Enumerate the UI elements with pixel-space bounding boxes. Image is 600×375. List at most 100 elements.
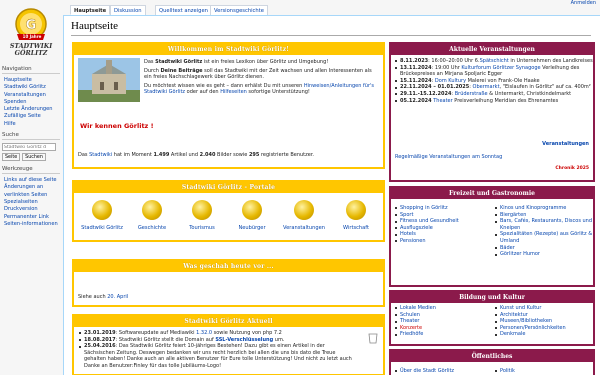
freizeit-item[interactable]: Bäder bbox=[493, 245, 593, 252]
news-box: Stadtwiki Görlitz Aktuell 23.01.2019: So… bbox=[72, 314, 385, 375]
today-title: Was geschah heute vor ... bbox=[74, 261, 383, 272]
freizeit-item[interactable]: Kinos und Kinoprogramme bbox=[493, 205, 593, 212]
chronik-link[interactable]: Chronik 2025 bbox=[555, 166, 589, 171]
bildung-left-list: Lokale Medien Schulen Theater Konzerte F… bbox=[393, 305, 485, 338]
logo-text: STADTWIKI GÖRLITZ bbox=[9, 43, 53, 57]
bildung-title: Bildung und Kultur bbox=[391, 292, 593, 303]
oeffentliches-box: Öffentliches Über die Stadt Görlitz Poli… bbox=[389, 349, 595, 375]
freizeit-item[interactable]: Ausflugsziele bbox=[393, 225, 485, 232]
freizeit-item[interactable]: Fitness und Gesundheit bbox=[393, 218, 485, 225]
freizeit-right-list: Kinos und Kinoprogramme Biergärten Bars,… bbox=[493, 205, 593, 258]
today-box: Was geschah heute vor ... Siehe auch 20.… bbox=[72, 259, 385, 307]
stats-text: Das Stadtwiki hat im Moment 1.499 Artike… bbox=[78, 152, 315, 158]
events-box: Aktuelle Veranstaltungen 8.11.2023: 16:0… bbox=[389, 42, 595, 182]
login-link[interactable]: Anmelden bbox=[571, 0, 596, 6]
nav-item[interactable]: Stadtwiki Görlitz bbox=[2, 84, 60, 91]
bildung-box: Bildung und Kultur Lokale Medien Schulen… bbox=[389, 290, 595, 346]
portal-geschichte[interactable]: Geschichte bbox=[130, 200, 174, 231]
kennen-heading: Wir kennen Görlitz ! bbox=[80, 122, 154, 130]
go-button[interactable]: Seite bbox=[2, 153, 21, 162]
tab-hauptseite[interactable]: Hauptseite bbox=[70, 5, 111, 15]
nav-item[interactable]: Veranstaltungen bbox=[2, 92, 60, 99]
news-item: 18.08.2017: Stadtwiki Görlitz stellt die… bbox=[77, 337, 357, 344]
oeffentliches-item[interactable]: Über die Stadt Görlitz bbox=[393, 368, 485, 375]
event-item: 29.11.-15.12.2024: Brüderstraße & Unterm… bbox=[393, 91, 593, 98]
freizeit-left-list: Shopping in Görlitz Sport Fitness und Ge… bbox=[393, 205, 485, 245]
nav-item[interactable]: Zufällige Seite bbox=[2, 113, 60, 120]
bildung-item[interactable]: Kunst und Kultur bbox=[493, 305, 593, 312]
welcome-text: Das Stadtwiki Görlitz ist ein freies Lex… bbox=[144, 59, 374, 96]
oeffentliches-left-list: Über die Stadt Görlitz bbox=[393, 368, 485, 375]
portal-coin-icon bbox=[294, 200, 314, 220]
oeffentliches-title: Öffentliches bbox=[391, 351, 593, 362]
freizeit-box: Freizeit und Gastronomie Shopping in Gör… bbox=[389, 186, 595, 287]
freizeit-item[interactable]: Bars, Cafés, Restaurants, Discos und Kne… bbox=[493, 218, 593, 231]
oeffentliches-item[interactable]: Politik bbox=[493, 368, 593, 375]
bildung-item[interactable]: Denkmale bbox=[493, 331, 593, 338]
tools-item[interactable]: Spezialseiten bbox=[2, 199, 60, 206]
portal-coin-icon bbox=[346, 200, 366, 220]
tools-heading: Werkzeuge bbox=[2, 166, 33, 173]
nav-item[interactable]: Hilfe bbox=[2, 121, 60, 128]
portal-veranstaltungen[interactable]: Veranstaltungen bbox=[282, 200, 326, 231]
bildung-item[interactable]: Friedhöfe bbox=[393, 331, 485, 338]
nav-heading: Navigation bbox=[2, 66, 32, 72]
tab-versionsgeschichte[interactable]: Versionsgeschichte bbox=[210, 5, 268, 15]
bildung-item[interactable]: Museen/Bibliotheken bbox=[493, 318, 593, 325]
events-more-link[interactable]: Veranstaltungen bbox=[542, 141, 589, 147]
tab-diskussion[interactable]: Diskussion bbox=[110, 5, 146, 15]
bildung-item[interactable]: Schulen bbox=[393, 312, 485, 319]
bildung-item[interactable]: Theater bbox=[393, 318, 485, 325]
portal-coin-icon bbox=[92, 200, 112, 220]
freizeit-item[interactable]: Sport bbox=[393, 212, 485, 219]
today-link[interactable]: 20. April bbox=[107, 294, 128, 300]
freizeit-item[interactable]: Hotels bbox=[393, 231, 485, 238]
bildung-item[interactable]: Personen/Persönlichkeiten bbox=[493, 325, 593, 332]
portal-stadtwiki[interactable]: Stadtwiki Görlitz bbox=[80, 200, 124, 231]
search-heading: Suche bbox=[2, 132, 19, 139]
church-image[interactable] bbox=[78, 58, 140, 102]
hilfeseiten-link[interactable]: Hilfeseiten bbox=[220, 89, 247, 95]
tools-item[interactable]: Druckversion bbox=[2, 206, 60, 213]
portal-tourismus[interactable]: Tourismus bbox=[180, 200, 224, 231]
oeffentliches-right-list: Politik bbox=[493, 368, 593, 375]
sidebar: Navigation Hauptseite Stadtwiki Görlitz … bbox=[2, 66, 60, 228]
bildung-item[interactable]: Architektur bbox=[493, 312, 593, 319]
freizeit-item[interactable]: Shopping in Görlitz bbox=[393, 205, 485, 212]
portal-neubuerger[interactable]: Neubürger bbox=[230, 200, 274, 231]
news-list: 23.01.2019: Softwareupdate auf Mediawiki… bbox=[77, 330, 357, 370]
search-button[interactable]: Suchen bbox=[22, 153, 46, 162]
stadtwiki-link[interactable]: Stadtwiki bbox=[89, 152, 112, 158]
bildung-item[interactable]: Konzerte bbox=[393, 325, 485, 332]
events-title: Aktuelle Veranstaltungen bbox=[391, 44, 593, 55]
search-input[interactable] bbox=[2, 143, 56, 152]
portal-box: Stadtwiki Görlitz - Portale Stadtwiki Gö… bbox=[72, 180, 385, 242]
news-item: 23.01.2019: Softwareupdate auf Mediawiki… bbox=[77, 330, 357, 337]
tools-item[interactable]: Permanenter Link bbox=[2, 214, 60, 221]
nav-item[interactable]: Letzte Änderungen bbox=[2, 106, 60, 113]
portal-coin-icon bbox=[142, 200, 162, 220]
cup-icon bbox=[368, 333, 378, 344]
regular-events-link[interactable]: Regelmäßige Veranstaltungen am Sonntag bbox=[395, 154, 502, 160]
news-item: 25.04.2016: Das Stadtwiki Görlitz feiert… bbox=[77, 343, 357, 369]
content-area: Hauptseite Willkommen im Stadtwiki Görli… bbox=[63, 15, 600, 375]
event-item: 15.11.2024: Dom Kultury Malerei von Fran… bbox=[393, 78, 593, 85]
freizeit-item[interactable]: Spezialitäten (Rezepte) aus Görlitz & Um… bbox=[493, 231, 593, 244]
freizeit-item[interactable]: Pensionen bbox=[393, 238, 485, 245]
site-logo[interactable]: G 10 Jahre STADTWIKI GÖRLITZ bbox=[3, 4, 59, 62]
portal-coin-icon bbox=[242, 200, 262, 220]
event-item: 8.11.2023: 16:00–20:00 Uhr 6.Spätschicht… bbox=[393, 58, 593, 65]
event-item: 05.12.2024 Theater Preisverleihung Merid… bbox=[393, 98, 593, 105]
logo-badge: 10 Jahre bbox=[22, 34, 42, 39]
bildung-item[interactable]: Lokale Medien bbox=[393, 305, 485, 312]
freizeit-title: Freizeit und Gastronomie bbox=[391, 188, 593, 199]
tools-item[interactable]: Seiten-informationen bbox=[2, 221, 60, 228]
nav-item[interactable]: Hauptseite bbox=[2, 77, 60, 84]
freizeit-item[interactable]: Görlitzer Humor bbox=[493, 251, 593, 258]
portal-wirtschaft[interactable]: Wirtschaft bbox=[334, 200, 378, 231]
page-title: Hauptseite bbox=[71, 20, 119, 32]
event-item: 13.11.2024: 19:00 Uhr Kulturforum Görlit… bbox=[393, 65, 593, 78]
bildung-right-list: Kunst und Kultur Architektur Museen/Bibl… bbox=[493, 305, 593, 338]
tab-quelltext[interactable]: Quelltext anzeigen bbox=[155, 5, 212, 15]
tools-item[interactable]: Änderungen an verlinkten Seiten bbox=[2, 184, 60, 199]
